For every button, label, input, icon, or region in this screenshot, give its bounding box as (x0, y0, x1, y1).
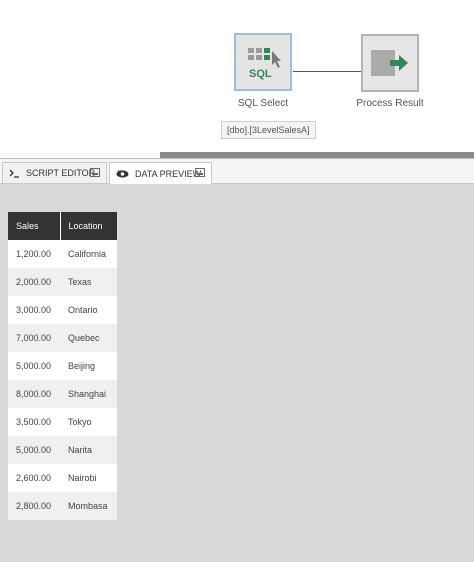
terminal-icon (9, 169, 20, 178)
table-row: 1,200.00 California (8, 240, 117, 268)
location-cell: Texas (60, 268, 117, 296)
sales-cell: 8,000.00 (8, 380, 60, 408)
table-row: 5,000.00 Beijing (8, 352, 117, 380)
sql-icon-text: SQL (249, 68, 272, 80)
table-row: 7,000.00 Quebec (8, 324, 117, 352)
tab-data-preview-label: DATA PREVIEW (135, 168, 202, 179)
sales-cell: 7,000.00 (8, 324, 60, 352)
column-header-sales[interactable]: Sales (8, 212, 61, 240)
sales-cell: 1,200.00 (8, 240, 60, 268)
location-cell: Ontario (60, 296, 117, 324)
table-header-row: Sales Location (8, 212, 117, 240)
process-result-label: Process Result (356, 98, 424, 109)
location-cell: Quebec (60, 324, 117, 352)
data-preview-panel: Sales Location 1,200.00 California 2,000.… (0, 184, 474, 562)
location-cell: Mombasa (60, 492, 117, 520)
eye-icon (116, 169, 129, 179)
tab-script-editor[interactable]: SCRIPT EDITOR (2, 162, 107, 183)
data-preview-table: Sales Location 1,200.00 California 2,000.… (8, 212, 117, 520)
workflow-canvas: SQL SQL Select [dbo].[3LevelSalesA] Proc… (0, 0, 474, 152)
sales-cell: 2,800.00 (8, 492, 60, 520)
window-icon[interactable] (195, 168, 205, 179)
sales-cell: 3,500.00 (8, 408, 60, 436)
sales-cell: 2,000.00 (8, 268, 60, 296)
table-row: 2,800.00 Mombasa (8, 492, 117, 520)
process-result-node[interactable] (361, 34, 419, 92)
sql-select-node[interactable]: SQL (234, 33, 292, 91)
location-cell: Narita (60, 436, 117, 464)
table-row: 5,000.00 Narita (8, 436, 117, 464)
sales-cell: 2,600.00 (8, 464, 60, 492)
panel-splitter[interactable] (0, 152, 474, 159)
process-result-icon (371, 50, 408, 76)
tab-data-preview[interactable]: DATA PREVIEW (109, 162, 212, 184)
window-icon[interactable] (90, 168, 100, 179)
location-cell: Beijing (60, 352, 117, 380)
sql-select-tooltip: [dbo].[3LevelSalesA] (221, 121, 316, 139)
bottom-tab-strip: SCRIPT EDITOR DATA PREVIEW (0, 159, 474, 184)
table-row: 3,500.00 Tokyo (8, 408, 117, 436)
table-row: 3,000.00 Ontario (8, 296, 117, 324)
location-cell: Shanghai (60, 380, 117, 408)
tab-script-editor-label: SCRIPT EDITOR (26, 168, 96, 178)
sales-cell: 3,000.00 (8, 296, 60, 324)
column-header-location[interactable]: Location (60, 212, 117, 240)
sql-select-icon: SQL (248, 48, 281, 80)
node-connector (293, 71, 361, 72)
sales-cell: 5,000.00 (8, 436, 60, 464)
table-row: 2,000.00 Texas (8, 268, 117, 296)
sales-cell: 5,000.00 (8, 352, 60, 380)
location-cell: Tokyo (60, 408, 117, 436)
location-cell: California (60, 240, 117, 268)
table-row: 8,000.00 Shanghai (8, 380, 117, 408)
location-cell: Nairobi (60, 464, 117, 492)
sql-select-label: SQL Select (237, 98, 289, 109)
table-row: 2,600.00 Nairobi (8, 464, 117, 492)
